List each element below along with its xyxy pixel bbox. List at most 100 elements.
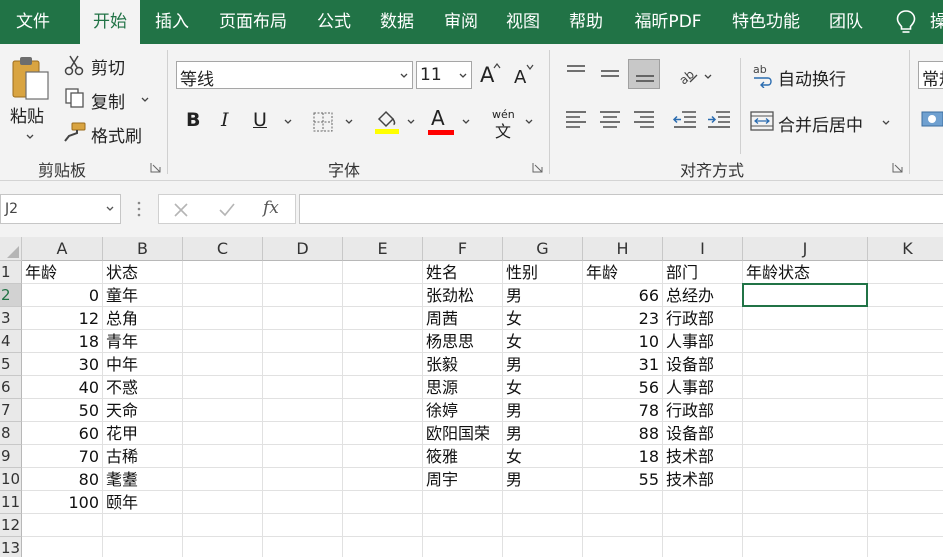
italic-button[interactable]: I [221,109,229,131]
cell-i9[interactable]: 技术部 [663,445,743,468]
cell-b13[interactable] [103,537,183,557]
tab-foxit-pdf[interactable]: 福昕PDF [622,0,714,44]
cell-b9[interactable]: 古稀 [103,445,183,468]
cell-e3[interactable] [343,307,423,330]
cell-d12[interactable] [263,514,343,537]
cell-g10[interactable]: 男 [503,468,583,491]
font-launcher-icon[interactable] [532,162,543,173]
cell-a2[interactable]: 0 [22,284,103,307]
cell-c6[interactable] [183,376,263,399]
cell-f9[interactable]: 筱雅 [423,445,503,468]
cell-g11[interactable] [503,491,583,514]
row-header-3[interactable]: 3 [0,307,22,330]
cell-k10[interactable] [868,468,943,491]
font-size-combo[interactable]: 11 [416,61,472,89]
column-header-e[interactable]: E [343,237,423,261]
chevron-down-icon[interactable] [400,73,408,79]
cell-f5[interactable]: 张毅 [423,353,503,376]
cell-i12[interactable] [663,514,743,537]
cell-k3[interactable] [868,307,943,330]
tab-file[interactable]: 文件 [0,0,66,44]
cell-c3[interactable] [183,307,263,330]
cell-c8[interactable] [183,422,263,445]
cell-k6[interactable] [868,376,943,399]
cell-f3[interactable]: 周茜 [423,307,503,330]
borders-dropdown-icon[interactable] [345,119,353,125]
cell-j13[interactable] [743,537,868,557]
tab-team[interactable]: 团队 [820,0,872,44]
cell-a12[interactable] [22,514,103,537]
row-header-6[interactable]: 6 [0,376,22,399]
paste-dropdown-icon[interactable] [26,134,34,140]
cell-e13[interactable] [343,537,423,557]
cell-i4[interactable]: 人事部 [663,330,743,353]
column-header-i[interactable]: I [663,237,743,261]
cell-f8[interactable]: 欧阳国荣 [423,422,503,445]
cell-h9[interactable]: 18 [583,445,663,468]
cell-j3[interactable] [743,307,868,330]
cell-g3[interactable]: 女 [503,307,583,330]
cell-h11[interactable] [583,491,663,514]
cell-e9[interactable] [343,445,423,468]
cell-e8[interactable] [343,422,423,445]
bold-button[interactable]: B [186,109,200,131]
cell-d8[interactable] [263,422,343,445]
merge-center-button[interactable]: 合并后居中 [778,111,863,136]
column-header-j[interactable]: J [743,237,868,261]
insert-function-button[interactable]: fx [263,198,279,218]
cell-h2[interactable]: 66 [583,284,663,307]
wrap-text-button[interactable]: 自动换行 [778,65,846,90]
cell-d9[interactable] [263,445,343,468]
cell-k4[interactable] [868,330,943,353]
cell-c1[interactable] [183,261,263,284]
cancel-icon[interactable] [173,202,189,218]
cell-e7[interactable] [343,399,423,422]
cell-a13[interactable] [22,537,103,557]
row-header-13[interactable]: 13 [0,537,22,557]
lightbulb-icon[interactable] [895,9,917,35]
cell-c9[interactable] [183,445,263,468]
cell-d6[interactable] [263,376,343,399]
cell-c4[interactable] [183,330,263,353]
cell-e2[interactable] [343,284,423,307]
cell-c13[interactable] [183,537,263,557]
align-right-icon[interactable] [632,108,656,132]
align-bottom-button[interactable] [628,59,660,89]
cell-h7[interactable]: 78 [583,399,663,422]
chevron-down-icon[interactable] [106,206,114,212]
row-header-10[interactable]: 10 [0,468,22,491]
cell-c11[interactable] [183,491,263,514]
cell-c5[interactable] [183,353,263,376]
merge-center-icon[interactable] [750,110,774,132]
cell-b4[interactable]: 青年 [103,330,183,353]
cell-e4[interactable] [343,330,423,353]
cell-b6[interactable]: 不惑 [103,376,183,399]
chevron-down-icon[interactable] [459,73,467,79]
row-header-9[interactable]: 9 [0,445,22,468]
cell-c7[interactable] [183,399,263,422]
cell-e11[interactable] [343,491,423,514]
cell-b7[interactable]: 天命 [103,399,183,422]
cell-k13[interactable] [868,537,943,557]
cell-h13[interactable] [583,537,663,557]
row-header-7[interactable]: 7 [0,399,22,422]
cell-h8[interactable]: 88 [583,422,663,445]
cell-e12[interactable] [343,514,423,537]
cell-j4[interactable] [743,330,868,353]
cell-f1[interactable]: 姓名 [423,261,503,284]
column-header-f[interactable]: F [423,237,503,261]
drag-handle-icon[interactable] [137,200,141,218]
cell-j8[interactable] [743,422,868,445]
cell-j10[interactable] [743,468,868,491]
column-header-g[interactable]: G [503,237,583,261]
cell-i3[interactable]: 行政部 [663,307,743,330]
copy-icon[interactable] [64,87,86,109]
format-painter-icon[interactable] [63,121,87,143]
row-header-11[interactable]: 11 [0,491,22,514]
cell-a6[interactable]: 40 [22,376,103,399]
align-middle-icon[interactable] [598,62,622,84]
cell-h3[interactable]: 23 [583,307,663,330]
number-format-combo[interactable]: 常规 [918,61,943,90]
scissors-icon[interactable] [63,54,85,76]
cell-d7[interactable] [263,399,343,422]
